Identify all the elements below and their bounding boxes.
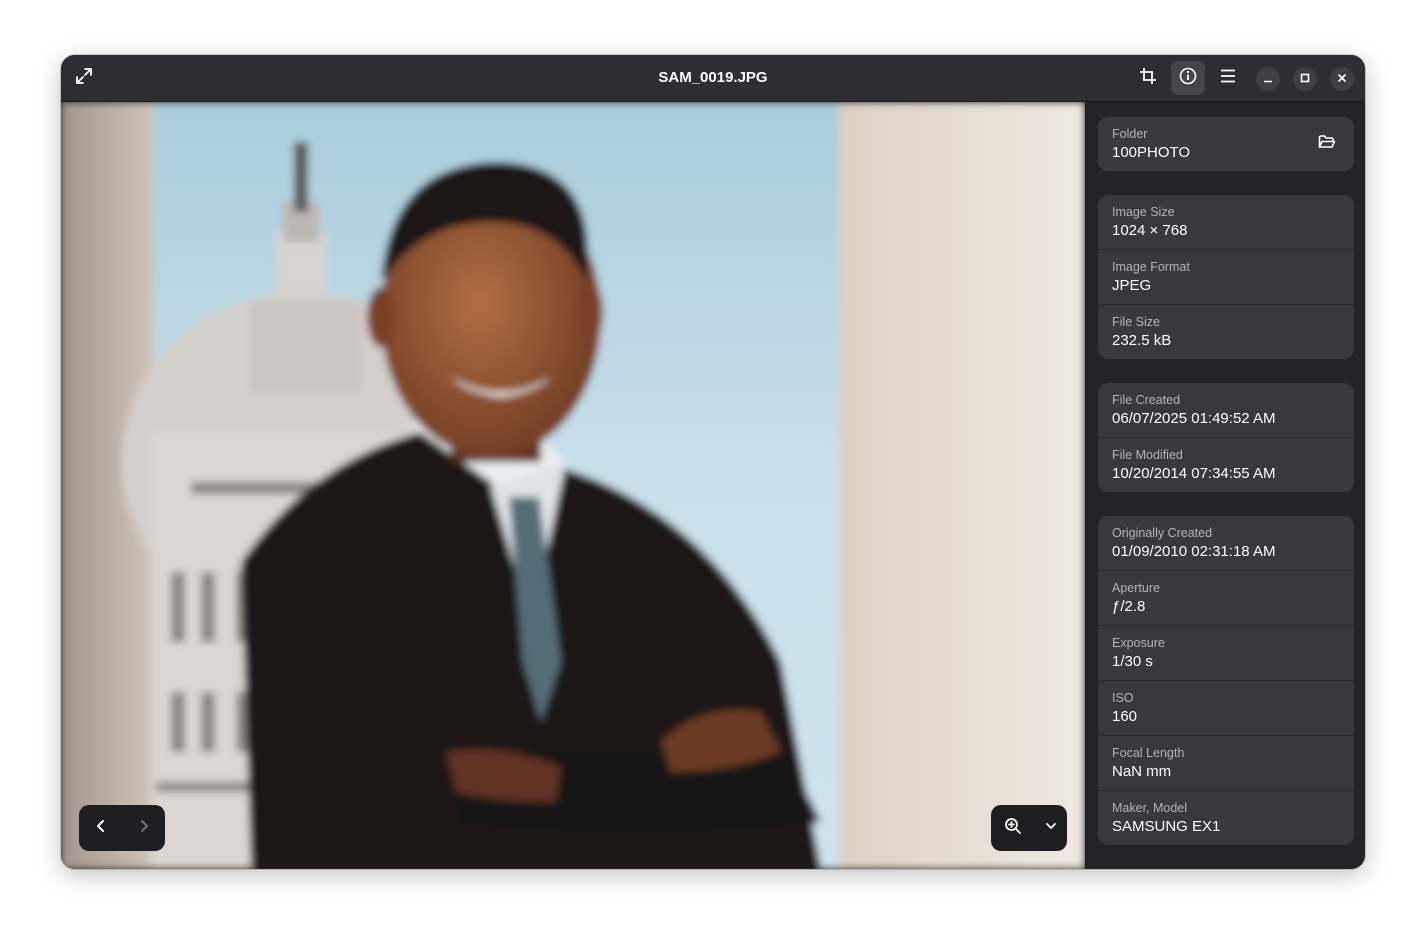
image-size-row: Image Size 1024 × 768 bbox=[1098, 195, 1354, 250]
next-icon bbox=[137, 819, 151, 838]
image-viewer-window: SAM_0019.JPG Folder 100PHOTO Image Size … bbox=[61, 55, 1365, 869]
next-button[interactable] bbox=[122, 805, 165, 851]
file-size-row: File Size 232.5 kB bbox=[1098, 305, 1354, 359]
exposure-label: Exposure bbox=[1112, 636, 1165, 650]
maximize-button[interactable] bbox=[1293, 67, 1317, 91]
exposure-value: 1/30 s bbox=[1112, 653, 1153, 670]
navigation-controls bbox=[79, 805, 165, 851]
aperture-value: ƒ/2.8 bbox=[1112, 598, 1146, 615]
image-size-label: Image Size bbox=[1112, 205, 1175, 219]
originally-created-row: Originally Created 01/09/2010 02:31:18 A… bbox=[1098, 516, 1354, 571]
file-created-row: File Created 06/07/2025 01:49:52 AM bbox=[1098, 383, 1354, 438]
image-info-card: Image Size 1024 × 768 Image Format JPEG … bbox=[1098, 195, 1354, 359]
zoom-controls bbox=[991, 805, 1067, 851]
maker-model-label: Maker, Model bbox=[1112, 801, 1188, 815]
window-title: SAM_0019.JPG bbox=[658, 69, 768, 86]
zoom-in-button[interactable] bbox=[991, 805, 1035, 851]
folder-label: Folder bbox=[1112, 127, 1148, 141]
previous-icon bbox=[94, 819, 108, 838]
focal-length-label: Focal Length bbox=[1112, 746, 1185, 760]
focal-length-value: NaN mm bbox=[1112, 763, 1172, 780]
image-format-label: Image Format bbox=[1112, 260, 1190, 274]
file-size-value: 232.5 kB bbox=[1112, 332, 1172, 349]
minimize-button[interactable] bbox=[1256, 67, 1280, 91]
crop-icon bbox=[1139, 67, 1157, 90]
exposure-row: Exposure 1/30 s bbox=[1098, 626, 1354, 681]
originally-created-value: 01/09/2010 02:31:18 AM bbox=[1112, 543, 1276, 560]
iso-row: ISO 160 bbox=[1098, 681, 1354, 736]
close-button[interactable] bbox=[1330, 67, 1354, 91]
zoom-in-icon bbox=[1004, 817, 1022, 840]
menu-icon bbox=[1219, 67, 1237, 90]
image-size-value: 1024 × 768 bbox=[1112, 222, 1188, 239]
file-size-label: File Size bbox=[1112, 315, 1160, 329]
image-format-value: JPEG bbox=[1112, 277, 1152, 294]
crop-button[interactable] bbox=[1131, 61, 1165, 95]
previous-button[interactable] bbox=[79, 805, 122, 851]
main-menu-button[interactable] bbox=[1211, 61, 1245, 95]
zoom-menu-button[interactable] bbox=[1035, 805, 1067, 851]
close-icon bbox=[1337, 70, 1347, 88]
iso-value: 160 bbox=[1112, 708, 1138, 725]
folder-value: 100PHOTO bbox=[1112, 144, 1191, 161]
dates-card: File Created 06/07/2025 01:49:52 AM File… bbox=[1098, 383, 1354, 492]
properties-sidebar: Folder 100PHOTO Image Size 1024 × 768 Im… bbox=[1085, 102, 1365, 869]
iso-label: ISO bbox=[1112, 691, 1134, 705]
file-modified-row: File Modified 10/20/2014 07:34:55 AM bbox=[1098, 438, 1354, 492]
image-format-row: Image Format JPEG bbox=[1098, 250, 1354, 305]
image-view[interactable] bbox=[61, 102, 1085, 869]
maker-model-row: Maker, Model SAMSUNG EX1 bbox=[1098, 791, 1354, 845]
minimize-icon bbox=[1263, 70, 1273, 88]
file-modified-label: File Modified bbox=[1112, 448, 1183, 462]
info-icon bbox=[1179, 67, 1197, 90]
open-folder-button[interactable] bbox=[1312, 129, 1342, 159]
aperture-label: Aperture bbox=[1112, 581, 1160, 595]
aperture-row: Aperture ƒ/2.8 bbox=[1098, 571, 1354, 626]
photo bbox=[61, 102, 1085, 869]
folder-card: Folder 100PHOTO bbox=[1098, 117, 1354, 171]
maximize-icon bbox=[1300, 70, 1310, 88]
folder-row: Folder 100PHOTO bbox=[1098, 117, 1354, 171]
chevron-down-icon bbox=[1045, 819, 1057, 837]
originally-created-label: Originally Created bbox=[1112, 526, 1213, 540]
file-created-label: File Created bbox=[1112, 393, 1181, 407]
file-modified-value: 10/20/2014 07:34:55 AM bbox=[1112, 465, 1276, 482]
info-button[interactable] bbox=[1171, 61, 1205, 95]
exif-card: Originally Created 01/09/2010 02:31:18 A… bbox=[1098, 516, 1354, 845]
open-folder-icon bbox=[1318, 134, 1336, 155]
focal-length-row: Focal Length NaN mm bbox=[1098, 736, 1354, 791]
header-bar: SAM_0019.JPG bbox=[61, 55, 1365, 102]
file-created-value: 06/07/2025 01:49:52 AM bbox=[1112, 410, 1276, 427]
maker-model-value: SAMSUNG EX1 bbox=[1112, 818, 1221, 835]
